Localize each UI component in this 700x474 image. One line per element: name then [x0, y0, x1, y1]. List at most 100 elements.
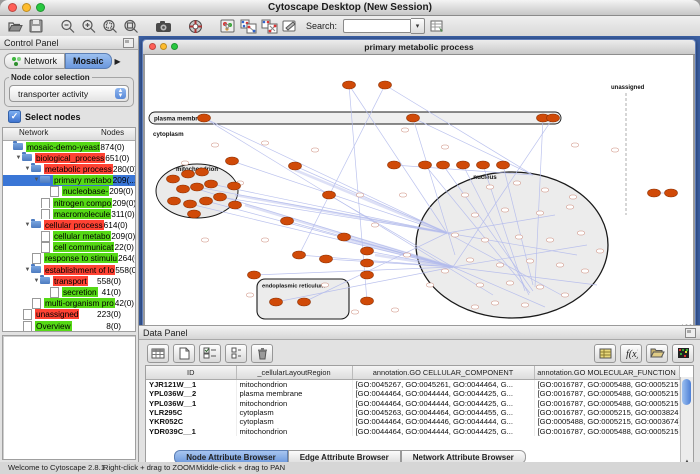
- graph-node[interactable]: [648, 189, 661, 197]
- table-cell[interactable]: [GO:0044464, GO:0044444, GO:0044425, G..…: [352, 426, 534, 435]
- graph-node[interactable]: [205, 180, 218, 188]
- import-network-icon[interactable]: [239, 18, 257, 34]
- search-dropdown-icon[interactable]: ▾: [411, 18, 425, 34]
- save-icon[interactable]: [27, 18, 45, 34]
- tree-row[interactable]: ▼establishment of lo558(0): [3, 264, 135, 275]
- zoom-selected-icon[interactable]: [101, 18, 119, 34]
- tree-row[interactable]: ▼biological_process651(0): [3, 152, 135, 163]
- tree-row-label[interactable]: macromolecule: [53, 209, 111, 219]
- tree-row[interactable]: cell communicat22(0): [3, 242, 135, 253]
- float-data-panel-icon[interactable]: [685, 328, 696, 338]
- tree-row-label[interactable]: nucleobase-: [62, 186, 109, 196]
- graph-node[interactable]: [281, 217, 294, 225]
- graph-node[interactable]: [477, 161, 490, 169]
- network-canvas[interactable]: plasma membrane cytoplasm mitochondrion …: [143, 55, 695, 337]
- help-ring-icon[interactable]: [186, 18, 204, 34]
- function-builder-icon[interactable]: f(x): [620, 344, 642, 363]
- tree-row-label[interactable]: multi-organism pro: [44, 298, 115, 308]
- zoom-out-icon[interactable]: [59, 18, 77, 34]
- table-cell[interactable]: [GO:0016787, GO:0005488, GO:0005215, G..…: [534, 399, 679, 408]
- minimize-button[interactable]: [22, 3, 31, 12]
- graph-node[interactable]: [338, 233, 351, 241]
- tab-mosaic[interactable]: Mosaic: [65, 53, 112, 69]
- table-cell[interactable]: cytoplasm: [236, 417, 352, 426]
- table-row[interactable]: YPL036W__1mitochondrion[GO:0044464, GO:0…: [146, 399, 679, 408]
- tree-row[interactable]: unassigned223(0): [3, 309, 135, 320]
- snapshot-camera-icon[interactable]: [154, 18, 172, 34]
- table-cell[interactable]: YJR121W__1: [146, 380, 236, 390]
- col-region[interactable]: _cellularLayoutRegion: [236, 366, 352, 380]
- tree-row[interactable]: cellular metabo209(0): [3, 231, 135, 242]
- table-cell[interactable]: YPL036W__1: [146, 399, 236, 408]
- tree-row[interactable]: macromolecule311(0): [3, 208, 135, 219]
- table-cell[interactable]: [GO:0016787, GO:0005488, GO:0005215, G..…: [534, 380, 679, 390]
- node-color-select[interactable]: transporter activity ▲▼: [9, 85, 129, 102]
- tree-row[interactable]: secretion41(0): [3, 286, 135, 297]
- select-attributes-icon[interactable]: [199, 344, 221, 363]
- tree-row-label[interactable]: Overview: [35, 321, 72, 331]
- table-cell[interactable]: [GO:0044464, GO:0044444, GO:0044425, G..…: [352, 399, 534, 408]
- tree-row-label[interactable]: biological_process: [35, 153, 105, 163]
- col-id[interactable]: ID: [146, 366, 236, 380]
- new-attribute-icon[interactable]: [173, 344, 195, 363]
- tree-row-label[interactable]: metabolic process: [44, 164, 113, 174]
- table-cell[interactable]: [GO:0045267, GO:0045261, GO:0044464, G..…: [352, 380, 534, 390]
- tree-col-nodes[interactable]: Nodes: [101, 128, 135, 140]
- network-view-window[interactable]: primary metabolic process plasma membran…: [142, 39, 696, 338]
- import-attributes-icon[interactable]: [594, 344, 616, 363]
- annotation-icon[interactable]: [281, 18, 299, 34]
- table-cell[interactable]: plasma membrane: [236, 389, 352, 398]
- graph-node[interactable]: [665, 189, 678, 197]
- tree-row[interactable]: multi-organism pro42(0): [3, 298, 135, 309]
- tree-row[interactable]: nucleobase-209(0): [3, 186, 135, 197]
- tree-row-label[interactable]: transport: [53, 276, 88, 286]
- tab-network[interactable]: Network: [4, 53, 65, 69]
- graph-node[interactable]: [228, 182, 241, 190]
- import-network-alt-icon[interactable]: [260, 18, 278, 34]
- import-table-icon[interactable]: [428, 18, 446, 34]
- view-zoom-button[interactable]: [171, 43, 178, 50]
- tree-row-label[interactable]: establishment of lo: [44, 265, 115, 275]
- table-cell[interactable]: [GO:0016787, GO:0005488, GO:0005215, G..…: [534, 389, 679, 398]
- graph-node[interactable]: [419, 161, 432, 169]
- search-input[interactable]: [343, 19, 411, 33]
- graph-node[interactable]: [298, 298, 311, 306]
- unselect-attributes-icon[interactable]: [225, 344, 247, 363]
- tree-expand-icon[interactable]: ▼: [24, 267, 31, 273]
- graph-node[interactable]: [323, 191, 336, 199]
- graph-node[interactable]: [343, 81, 356, 89]
- table-cell[interactable]: mitochondrion: [236, 380, 352, 390]
- table-cell[interactable]: [GO:0044464, GO:0044444, GO:0044425, G..…: [352, 389, 534, 398]
- select-nodes-checkbox[interactable]: ✓: [8, 110, 21, 123]
- close-button[interactable]: [8, 3, 17, 12]
- zoom-fit-icon[interactable]: [122, 18, 140, 34]
- graph-node[interactable]: [184, 200, 197, 208]
- graph-node[interactable]: [214, 193, 227, 201]
- tree-row-label[interactable]: cellular process: [44, 220, 104, 230]
- tree-expand-icon[interactable]: ▼: [15, 155, 22, 161]
- table-cell[interactable]: [GO:0016787, GO:0005215, GO:0003824, G..…: [534, 408, 679, 417]
- table-cell[interactable]: YPL036W__2: [146, 389, 236, 398]
- tree-row-label[interactable]: unassigned: [35, 309, 79, 319]
- graph-node[interactable]: [361, 247, 374, 255]
- tree-expand-icon[interactable]: ▼: [33, 177, 40, 183]
- table-cell[interactable]: cytoplasm: [236, 408, 352, 417]
- tree-expand-icon[interactable]: ▼: [24, 222, 31, 228]
- graph-node[interactable]: [547, 114, 560, 122]
- graph-node[interactable]: [388, 161, 401, 169]
- graph-node[interactable]: [289, 162, 302, 170]
- delete-attribute-icon[interactable]: [251, 344, 273, 363]
- open-attribute-file-icon[interactable]: [646, 344, 668, 363]
- table-cell[interactable]: [GO:0005488, GO:0005215, GO:0003674]: [534, 417, 679, 426]
- tree-row[interactable]: response to stimulu264(0): [3, 253, 135, 264]
- float-panel-icon[interactable]: [123, 38, 134, 48]
- graph-node[interactable]: [407, 114, 420, 122]
- graph-node[interactable]: [361, 297, 374, 305]
- graph-node[interactable]: [226, 157, 239, 165]
- table-cell[interactable]: [GO:0045263, GO:0044464, GO:0044455, G..…: [352, 408, 534, 417]
- open-folder-icon[interactable]: [6, 18, 24, 34]
- graph-node[interactable]: [229, 201, 242, 209]
- graph-node[interactable]: [361, 259, 374, 267]
- graph-node[interactable]: [457, 161, 470, 169]
- graph-node[interactable]: [196, 168, 209, 176]
